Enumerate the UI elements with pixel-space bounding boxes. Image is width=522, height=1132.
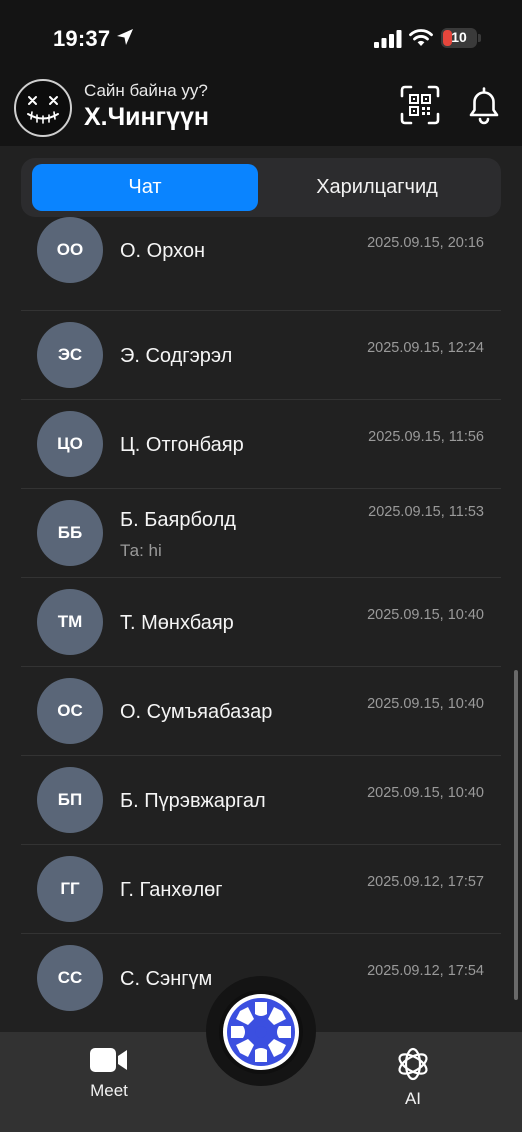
message-time: 2025.09.15, 12:24 bbox=[367, 340, 484, 356]
qr-scan-icon[interactable] bbox=[399, 84, 441, 126]
main-panel: Чат Харилцагчид ОО О. Орхон 2025.09.15, … bbox=[0, 146, 522, 1032]
contact-avatar: ЦО bbox=[37, 411, 103, 477]
nav-meet[interactable]: Meet bbox=[64, 1046, 154, 1101]
video-camera-icon bbox=[90, 1048, 127, 1072]
chat-row[interactable]: ГГ Г. Ганхөлөг 2025.09.12, 17:57 bbox=[21, 845, 501, 934]
ai-knot-icon bbox=[398, 1047, 428, 1081]
profile-avatar[interactable] bbox=[14, 79, 72, 137]
app-logo-icon bbox=[223, 994, 299, 1070]
contact-name: Б. Пүрэвжаргал bbox=[120, 790, 266, 812]
username: Х.Чингүүн bbox=[84, 103, 209, 131]
contact-avatar: ОС bbox=[37, 678, 103, 744]
contact-avatar: СС bbox=[37, 945, 103, 1011]
contact-name: О. Сумъяабазар bbox=[120, 701, 273, 723]
notification-bell-icon[interactable] bbox=[463, 84, 505, 126]
nav-meet-label: Meet bbox=[90, 1081, 128, 1100]
contact-avatar: ББ bbox=[37, 500, 103, 566]
message-time: 2025.09.15, 10:40 bbox=[367, 696, 484, 712]
smiley-avatar-icon bbox=[27, 96, 59, 124]
contact-avatar: БП bbox=[37, 767, 103, 833]
scrollbar[interactable] bbox=[514, 670, 518, 1000]
contact-name: Т. Мөнхбаяр bbox=[120, 612, 234, 634]
message-time: 2025.09.15, 20:16 bbox=[367, 235, 484, 251]
contact-name: Э. Содгэрэл bbox=[120, 345, 233, 367]
chat-row[interactable]: ЭС Э. Содгэрэл 2025.09.15, 12:24 bbox=[21, 311, 501, 400]
cellular-signal-icon bbox=[374, 30, 402, 48]
chat-contacts-toggle: Чат Харилцагчид bbox=[21, 158, 501, 217]
message-time: 2025.09.15, 11:56 bbox=[368, 429, 484, 445]
status-bar: 19:37 10 bbox=[0, 0, 522, 76]
message-preview: Та: hi bbox=[120, 541, 162, 560]
contact-avatar: ОО bbox=[37, 217, 103, 283]
message-time: 2025.09.15, 11:53 bbox=[368, 504, 484, 520]
nav-ai[interactable]: AI bbox=[368, 1046, 458, 1109]
app-header: Сайн байна уу? Х.Чингүүн bbox=[0, 76, 522, 144]
greeting-text: Сайн байна уу? bbox=[84, 81, 208, 100]
battery-indicator: 10 bbox=[441, 28, 481, 48]
message-time: 2025.09.12, 17:57 bbox=[367, 874, 484, 890]
message-time: 2025.09.15, 10:40 bbox=[367, 785, 484, 801]
chat-row[interactable]: ОС О. Сумъяабазар 2025.09.15, 10:40 bbox=[21, 667, 501, 756]
nav-ai-label: AI bbox=[404, 1089, 422, 1108]
chat-row[interactable]: ОО О. Орхон 2025.09.15, 20:16 bbox=[21, 217, 501, 311]
contact-avatar: ЭС bbox=[37, 322, 103, 388]
contact-name: Ц. Отгонбаяр bbox=[120, 434, 244, 456]
tab-contacts[interactable]: Харилцагчид bbox=[271, 164, 483, 211]
chat-list: ОО О. Орхон 2025.09.15, 20:16 ЭС Э. Содг… bbox=[21, 217, 501, 1022]
status-time: 19:37 bbox=[53, 26, 111, 51]
contact-name: Г. Ганхөлөг bbox=[120, 879, 223, 901]
chat-row[interactable]: БП Б. Пүрэвжаргал 2025.09.15, 10:40 bbox=[21, 756, 501, 845]
tab-chat[interactable]: Чат bbox=[32, 164, 258, 211]
wifi-icon bbox=[409, 29, 433, 46]
chat-row[interactable]: ЦО Ц. Отгонбаяр 2025.09.15, 11:56 bbox=[21, 400, 501, 489]
contact-avatar: ГГ bbox=[37, 856, 103, 922]
contact-avatar: ТМ bbox=[37, 589, 103, 655]
location-arrow-icon bbox=[117, 29, 133, 45]
battery-percent: 10 bbox=[451, 29, 467, 45]
center-app-button[interactable] bbox=[219, 990, 303, 1074]
chat-row[interactable]: ТМ Т. Мөнхбаяр 2025.09.15, 10:40 bbox=[21, 578, 501, 667]
chat-row[interactable]: ББ Б. Баярболд 2025.09.15, 11:53 Та: hi bbox=[21, 489, 501, 578]
contact-name: О. Орхон bbox=[120, 240, 206, 262]
contact-name: С. Сэнгүм bbox=[120, 968, 213, 990]
contact-name: Б. Баярболд bbox=[120, 509, 236, 531]
message-time: 2025.09.12, 17:54 bbox=[367, 963, 484, 979]
message-time: 2025.09.15, 10:40 bbox=[367, 607, 484, 623]
